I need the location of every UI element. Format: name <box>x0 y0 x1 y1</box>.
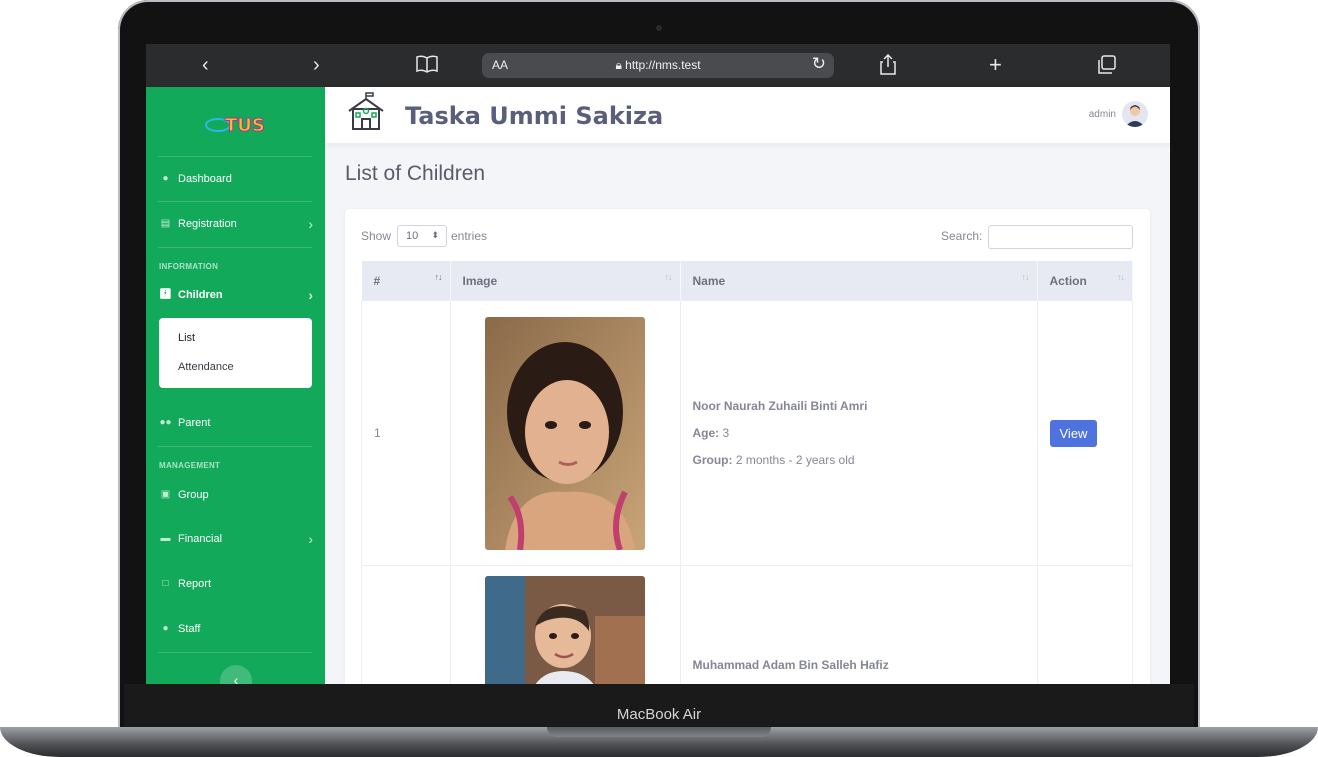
users-icon: ●● <box>159 417 172 428</box>
row-number: 1 <box>361 300 451 566</box>
sidebar-item-label: Parent <box>178 417 211 429</box>
entries-select-value: 10 <box>406 230 419 242</box>
sidebar-item-label: Report <box>178 578 212 590</box>
children-table: # ↑↓ Image ↑↓ Name ↑↓ Action ↑↓ 1 Noor N… <box>361 261 1133 684</box>
children-submenu: List Attendance <box>159 318 312 388</box>
url-text: http://nms.test <box>625 58 701 72</box>
sidebar-divider <box>158 156 312 157</box>
browser-toolbar: ‹ › AA 🔒︎ http://nms.test ↻ + <box>146 44 1170 87</box>
chevron-right-icon: › <box>308 287 313 303</box>
row-image-cell <box>449 300 681 566</box>
chevron-left-icon[interactable]: ‹ <box>202 53 209 77</box>
sidebar-item-parent[interactable]: ●● Parent <box>159 413 313 433</box>
share-icon[interactable] <box>879 53 897 82</box>
children-table-card: Show 10 ⬍ entries Search: # ↑↓ Image ↑↓ Na… <box>345 209 1150 684</box>
page-title: List of Children <box>345 162 486 185</box>
column-header-image[interactable]: Image ↑↓ <box>450 261 681 301</box>
report-icon: □ <box>162 578 169 589</box>
child-group: Group: 2 months - 2 years old <box>692 453 855 467</box>
submenu-item-attendance[interactable]: Attendance <box>178 361 234 373</box>
row-number <box>361 565 451 684</box>
plus-icon[interactable]: + <box>989 53 1002 77</box>
sort-icon: ↑↓ <box>1117 272 1125 282</box>
row-details: Noor Naurah Zuhaili Binti Amri Age: 3 Gr… <box>679 300 1038 566</box>
row-action: View <box>1036 300 1133 566</box>
chevron-right-icon: › <box>308 531 313 547</box>
chevron-right-icon[interactable]: › <box>313 53 320 77</box>
sidebar-item-financial[interactable]: ▬ Financial › <box>159 529 314 549</box>
sidebar: TUS ● Dashboard ▤ Registration › INFORMA… <box>146 87 325 684</box>
row-action <box>1036 565 1133 684</box>
caret-updown-icon: ⬍ <box>431 230 439 240</box>
child-photo[interactable] <box>485 316 645 550</box>
sidebar-item-label: Children <box>178 289 223 301</box>
device-model-label: MacBook Air <box>616 706 702 723</box>
sidebar-toggle-button[interactable]: ‹ <box>220 665 252 684</box>
screen: ‹ › AA 🔒︎ http://nms.test ↻ + TUS ● Dash… <box>146 44 1170 684</box>
row-image-cell <box>449 565 681 684</box>
sidebar-divider <box>158 652 312 653</box>
search-label: Search: <box>941 229 983 243</box>
svg-text:TUS: TUS <box>225 115 265 136</box>
sidebar-item-label: Financial <box>178 533 223 545</box>
registration-icon: ▤ <box>160 218 171 229</box>
sidebar-divider <box>158 201 312 202</box>
group-icon: ▣ <box>160 489 171 500</box>
book-icon[interactable] <box>416 55 438 79</box>
sidebar-heading-information: INFORMATION <box>159 262 219 271</box>
sidebar-item-children[interactable]: 🚹︎ Children › <box>159 285 313 305</box>
sort-icon: ↑↓ <box>1021 272 1030 282</box>
reload-icon[interactable]: ↻ <box>812 54 826 74</box>
staff-icon: ● <box>162 623 169 634</box>
sidebar-item-label: Dashboard <box>178 173 232 185</box>
sidebar-item-registration[interactable]: ▤ Registration › <box>159 214 313 234</box>
child-name: Muhammad Adam Bin Salleh Hafiz <box>692 658 889 672</box>
sidebar-item-dashboard[interactable]: ● Dashboard <box>159 169 313 189</box>
sidebar-item-label: Group <box>178 489 209 501</box>
tabs-icon[interactable] <box>1097 55 1117 81</box>
column-header-number[interactable]: # ↑↓ <box>361 261 451 301</box>
table-row: Muhammad Adam Bin Salleh Hafiz <box>361 565 1133 684</box>
submenu-item-list[interactable]: List <box>178 332 195 344</box>
topbar: Taska Ummi Sakiza admin <box>325 87 1170 143</box>
entries-select[interactable]: 10 ⬍ <box>397 225 447 247</box>
sort-icon: ↑↓ <box>434 272 443 282</box>
sidebar-item-staff[interactable]: ● Staff <box>159 619 313 639</box>
entries-label: entries <box>451 229 488 243</box>
school-icon <box>345 91 387 133</box>
chevron-right-icon: › <box>308 216 313 232</box>
dashboard-icon: ● <box>162 173 169 184</box>
address-bar[interactable]: AA 🔒︎ http://nms.test ↻ <box>482 53 834 78</box>
view-button[interactable]: View <box>1049 419 1098 447</box>
brand-title[interactable]: Taska Ummi Sakiza <box>405 102 663 130</box>
sidebar-divider <box>158 446 312 447</box>
row-details: Muhammad Adam Bin Salleh Hafiz <box>679 565 1038 684</box>
app-logo[interactable]: TUS <box>204 107 268 141</box>
money-icon: ▬ <box>160 533 171 544</box>
show-label: Show <box>361 229 392 243</box>
camera-icon <box>656 25 662 31</box>
sidebar-item-label: Staff <box>178 623 201 635</box>
sidebar-heading-management: MANAGEMENT <box>159 461 221 470</box>
column-header-name[interactable]: Name ↑↓ <box>680 261 1038 301</box>
sidebar-item-report[interactable]: □ Report <box>159 574 313 594</box>
child-icon: 🚹︎ <box>159 289 172 300</box>
sidebar-divider <box>158 247 312 248</box>
chevron-left-icon: ‹ <box>233 672 239 684</box>
lock-icon: 🔒︎ <box>615 58 622 72</box>
column-header-action[interactable]: Action ↑↓ <box>1037 261 1133 301</box>
sidebar-item-label: Registration <box>178 218 237 230</box>
sidebar-item-group[interactable]: ▣ Group <box>159 485 313 505</box>
laptop-notch <box>547 727 771 737</box>
avatar[interactable] <box>1122 101 1148 127</box>
child-photo[interactable] <box>485 576 645 684</box>
child-name: Noor Naurah Zuhaili Binti Amri <box>692 399 868 413</box>
child-age: Age: 3 <box>692 426 730 440</box>
search-input[interactable] <box>988 225 1133 249</box>
user-name[interactable]: admin <box>1089 109 1116 120</box>
sort-icon: ↑↓ <box>664 272 673 282</box>
table-row: 1 Noor Naurah Zuhaili Binti Amri Age: 3 … <box>361 300 1133 566</box>
